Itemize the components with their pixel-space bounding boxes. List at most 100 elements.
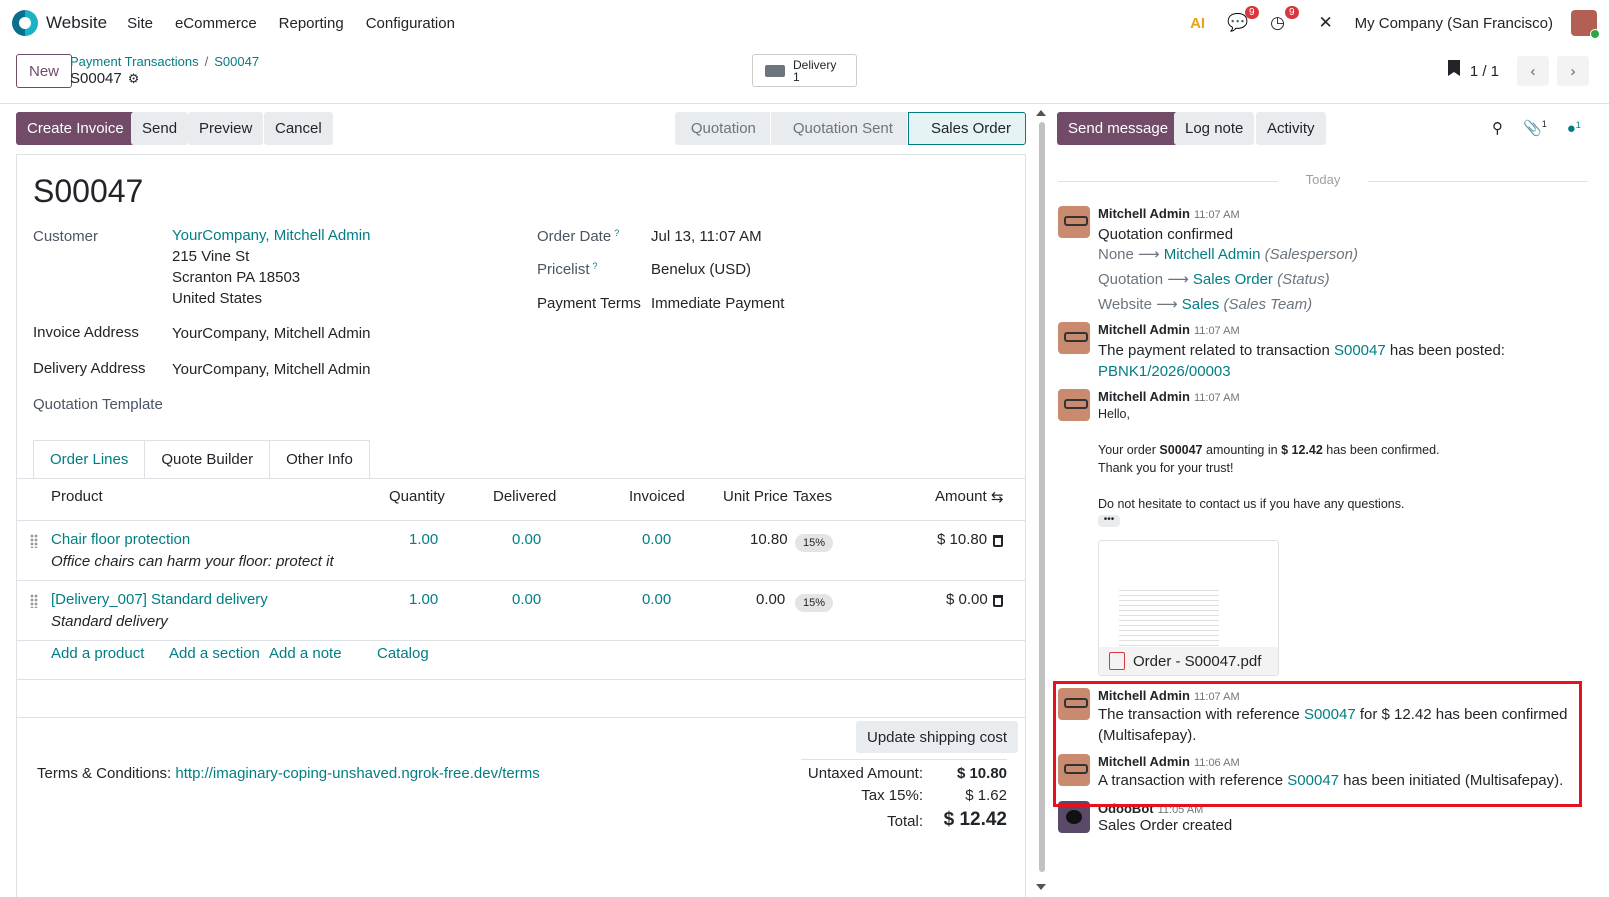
row1-delete-icon[interactable] [993,535,1003,547]
preview-button[interactable]: Preview [188,112,264,145]
col-unit-price[interactable]: Unit Price [723,488,788,505]
body-text: Hello, [1098,407,1130,421]
header-divider [17,520,1025,521]
user-avatar[interactable] [1571,10,1600,39]
add-product-link[interactable]: Add a product [51,645,144,662]
tab-order-lines[interactable]: Order Lines [33,440,146,478]
pager-next-icon[interactable]: › [1557,56,1589,86]
pricelist-field[interactable]: Benelux (USD) [651,259,751,280]
row1-tax-badge[interactable]: 15% [795,534,834,552]
create-invoice-button[interactable]: Create Invoice [16,112,135,145]
row1-product[interactable]: Chair floor protection [51,531,190,548]
send-button[interactable]: Send [131,112,189,145]
message-body: Quotation confirmed [1098,226,1234,243]
row1-quantity[interactable]: 1.00 [409,531,438,548]
pricelist-help-icon[interactable]: ? [593,261,598,271]
row2-product[interactable]: [Delivery_007] Standard delivery [51,591,268,608]
col-invoiced[interactable]: Invoiced [629,488,685,505]
menu-ecommerce[interactable]: eCommerce [175,15,257,32]
payment-terms-field[interactable]: Immediate Payment [651,293,784,314]
row1-delivered[interactable]: 0.00 [512,531,541,548]
row1-description[interactable]: Office chairs can harm your floor: prote… [51,553,334,570]
menu-reporting[interactable]: Reporting [279,15,344,32]
delivery-address-field[interactable]: YourCompany, Mitchell Admin [172,359,370,380]
pager-previous-icon[interactable]: ‹ [1517,56,1549,86]
author-name[interactable]: Mitchell Admin [1098,389,1190,404]
scroll-down-icon[interactable] [1036,884,1046,890]
row2-delivered[interactable]: 0.00 [512,591,541,608]
drag-handle-icon[interactable] [30,534,38,548]
avatar[interactable] [1058,206,1090,238]
scroll-up-icon[interactable] [1036,110,1046,116]
tab-other-info[interactable]: Other Info [270,440,370,478]
ai-icon[interactable]: AI [1187,12,1209,34]
row2-tax-badge[interactable]: 15% [795,594,834,612]
followers-icon[interactable]: ●1 [1567,120,1581,137]
col-product[interactable]: Product [51,488,103,505]
stage-quotation-sent[interactable]: Quotation Sent [770,112,907,145]
row1-unit-price[interactable]: 10.80 [750,531,788,548]
log-note-button[interactable]: Log note [1174,112,1255,145]
gear-icon[interactable]: ⚙ [128,71,140,87]
stage-quotation[interactable]: Quotation [674,112,770,145]
company-switcher[interactable]: My Company (San Francisco) [1355,15,1553,32]
delivery-smart-button[interactable]: Delivery 1 [752,54,857,87]
row1-invoiced[interactable]: 0.00 [642,531,671,548]
customer-field[interactable]: YourCompany, Mitchell Admin 215 Vine St … [172,225,370,309]
app-brand[interactable]: Website [12,10,107,36]
author-name[interactable]: Mitchell Admin [1098,322,1190,337]
scroll-thumb[interactable] [1039,122,1045,872]
breadcrumb-so[interactable]: S00047 [214,54,259,69]
col-delivered[interactable]: Delivered [493,488,556,505]
expand-dots-icon[interactable]: ••• [1098,515,1120,527]
customer-name[interactable]: YourCompany, Mitchell Admin [172,227,370,244]
column-settings-icon[interactable]: ⇆ [991,488,1004,506]
row2-invoiced[interactable]: 0.00 [642,591,671,608]
author-name[interactable]: Mitchell Admin [1098,206,1190,221]
send-message-button[interactable]: Send message [1057,112,1180,145]
attachments-icon[interactable]: 📎1 [1523,119,1547,137]
activity-button[interactable]: Activity [1256,112,1326,145]
activity-clock-icon[interactable]: ◷ 9 [1267,6,1299,34]
new-button[interactable]: New [16,54,73,88]
cancel-button[interactable]: Cancel [264,112,333,145]
attachment-name[interactable]: Order - S00047.pdf [1133,653,1261,670]
payment-link[interactable]: PBNK1/2026/00003 [1098,363,1231,380]
tab-quote-builder[interactable]: Quote Builder [145,440,271,478]
breadcrumb-payment-transactions[interactable]: Payment Transactions [70,54,199,69]
catalog-link[interactable]: Catalog [377,645,429,662]
tracking-old: Quotation [1098,271,1164,288]
invoice-address-field[interactable]: YourCompany, Mitchell Admin [172,323,370,344]
col-quantity[interactable]: Quantity [389,488,445,505]
col-taxes[interactable]: Taxes [793,488,832,505]
search-icon[interactable]: ⚲ [1492,119,1503,137]
add-section-link[interactable]: Add a section [169,645,260,662]
row2-quantity[interactable]: 1.00 [409,591,438,608]
debug-tools-icon[interactable]: ✕ [1315,12,1337,34]
tax-label: Tax 15%: [861,787,923,804]
messages-icon[interactable]: 💬 9 [1227,6,1259,34]
total-label: Total: [887,813,923,830]
menu-site[interactable]: Site [127,15,153,32]
transaction-link[interactable]: S00047 [1334,342,1386,359]
pdf-attachment[interactable]: Order - S00047.pdf [1098,540,1279,676]
avatar[interactable] [1058,389,1090,421]
tracking-field: (Sales Team) [1223,296,1313,313]
order-amount: $ 12.42 [1281,443,1323,457]
row2-unit-price[interactable]: 0.00 [756,591,785,608]
order-date-help-icon[interactable]: ? [614,228,619,238]
pager: 1 / 1 ‹ › [1470,56,1589,86]
update-shipping-button[interactable]: Update shipping cost [856,721,1019,753]
terms-link[interactable]: http://imaginary-coping-unshaved.ngrok-f… [175,765,539,782]
order-date-field[interactable]: Jul 13, 11:07 AM [651,226,762,247]
drag-handle-icon[interactable] [30,594,38,608]
row2-description[interactable]: Standard delivery [51,613,168,630]
pager-value[interactable]: 1 / 1 [1470,63,1499,80]
col-amount[interactable]: Amount [935,488,987,505]
bookmark-icon[interactable] [1448,60,1460,76]
stage-sales-order[interactable]: Sales Order [907,112,1026,145]
add-note-link[interactable]: Add a note [269,645,342,662]
avatar[interactable] [1058,322,1090,354]
menu-configuration[interactable]: Configuration [366,15,455,32]
row2-delete-icon[interactable] [993,595,1003,607]
